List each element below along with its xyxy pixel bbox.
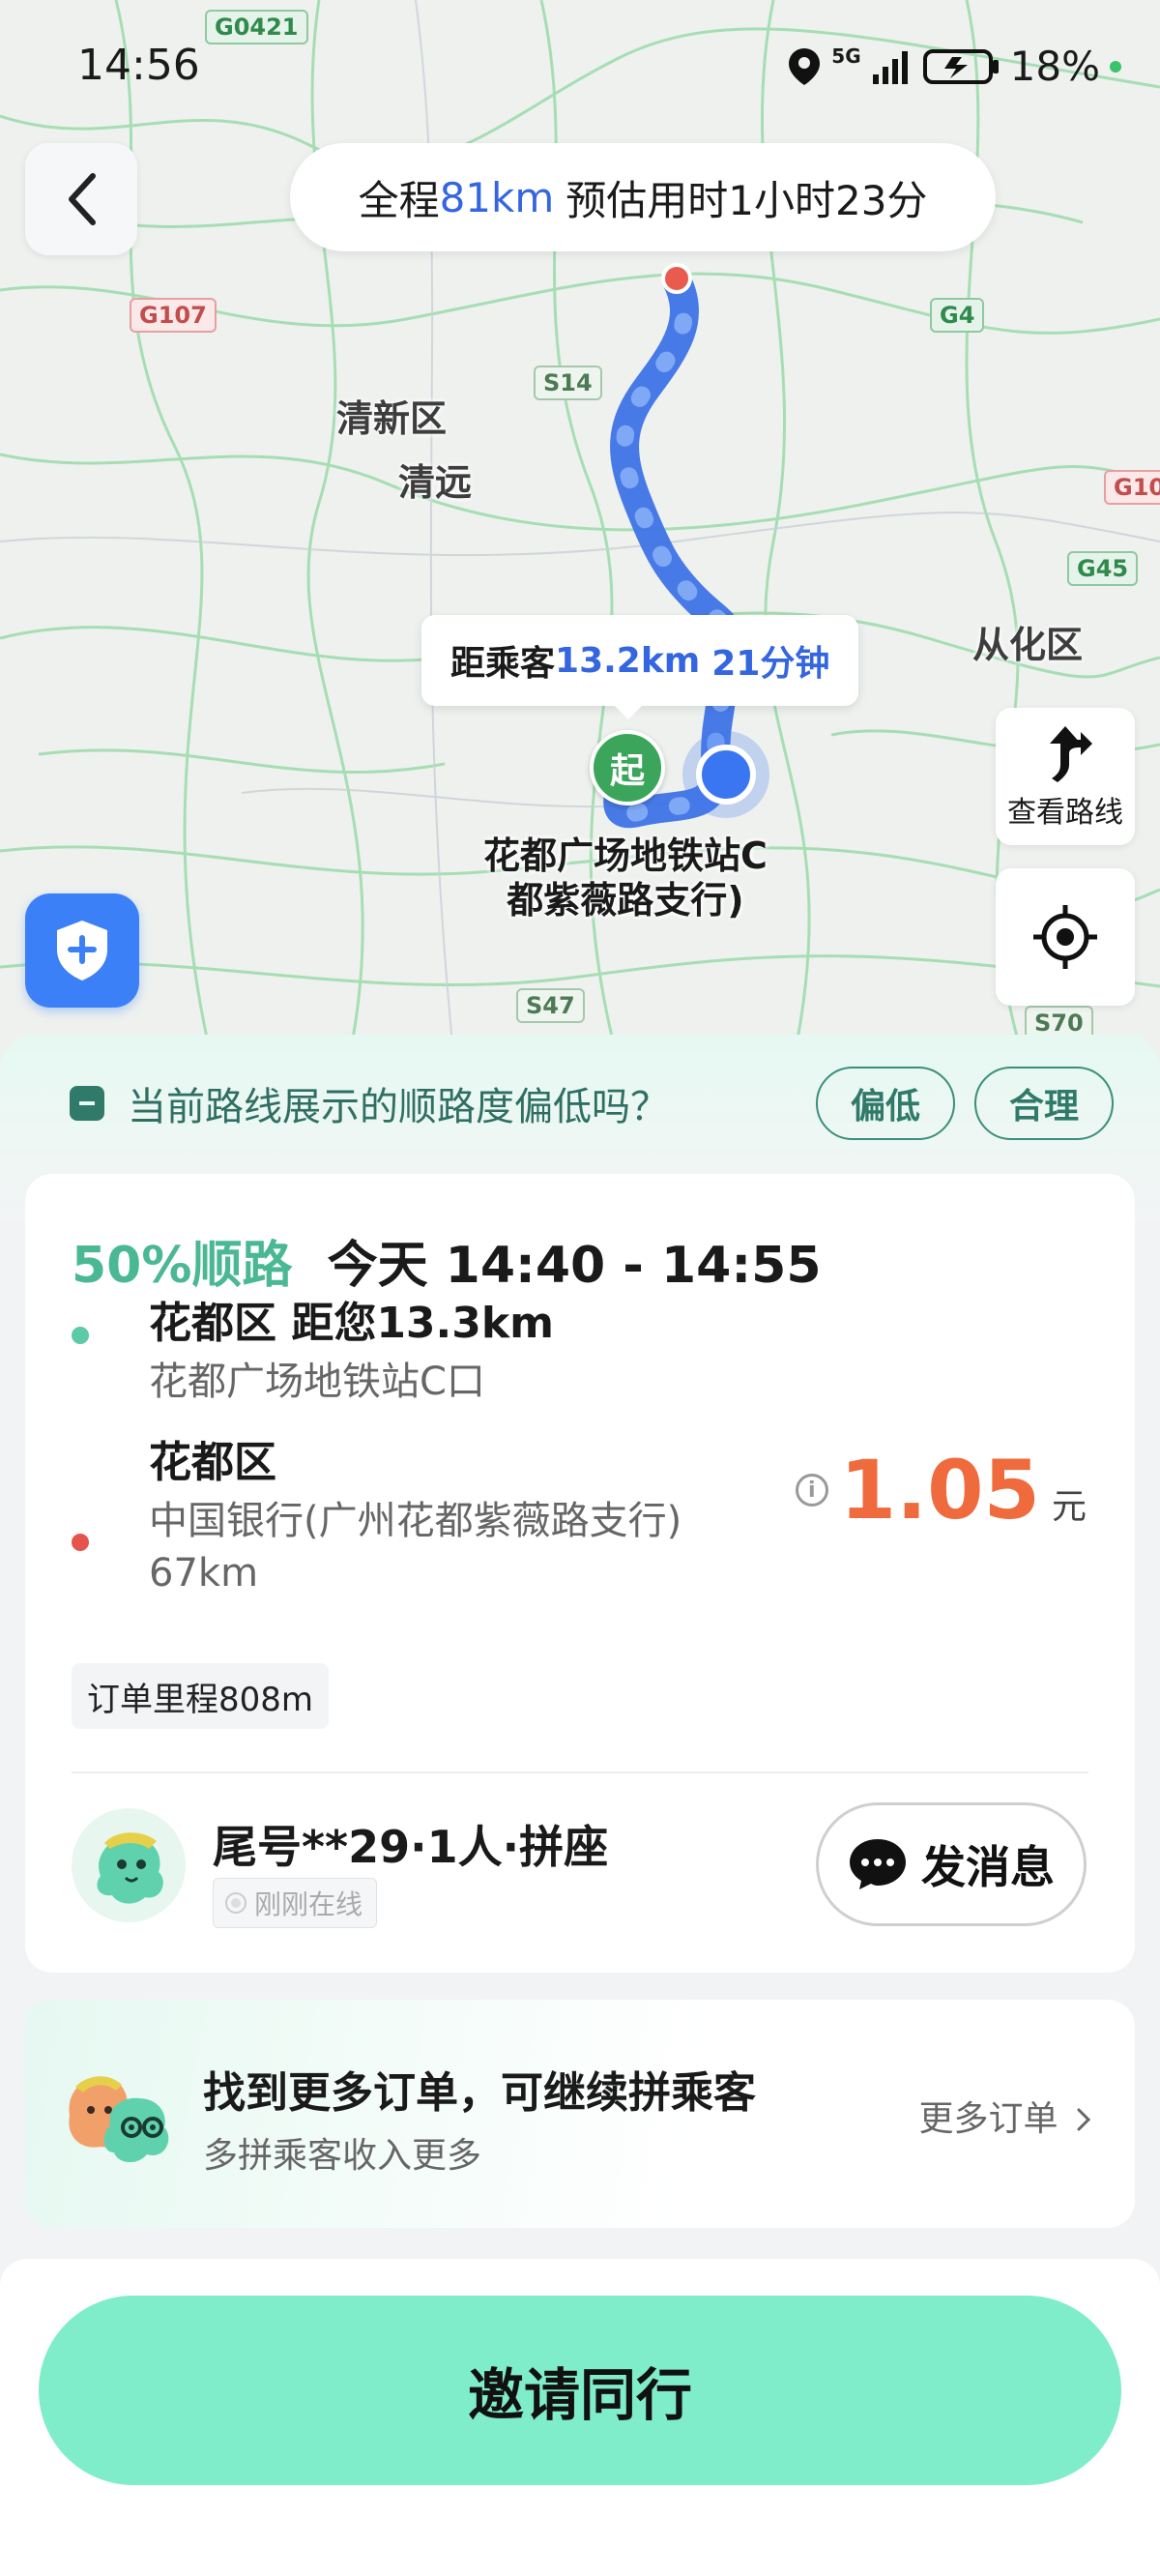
road-shield: G10 <box>1104 470 1160 505</box>
route-eta: 预估用时1小时23分 <box>566 176 928 224</box>
more-orders-title: 找到更多订单，可继续拼乘客 <box>203 2068 756 2118</box>
end-address: 中国银行(广州花都紫薇路支行) <box>149 1499 682 1543</box>
road-shield: G45 <box>1067 551 1139 586</box>
order-title: 50%顺路 今天 14:40 - 14:55 <box>72 1224 822 1297</box>
view-route-button[interactable]: 查看路线 <box>996 708 1135 845</box>
shield-icon <box>57 921 107 981</box>
pickup-label-line2: 都紫薇路支行) <box>507 879 744 922</box>
send-message-button[interactable]: 发消息 <box>816 1802 1087 1926</box>
mascots-icon <box>69 2076 169 2163</box>
chevron-left-icon <box>69 173 96 225</box>
status-icons: 5G 18% <box>787 43 1121 90</box>
start-pin[interactable]: 起 <box>590 730 665 805</box>
map-label: 从化区 <box>972 624 1084 666</box>
passenger-mascot-icon <box>72 1808 186 1922</box>
location-icon <box>789 47 821 85</box>
feedback-ok-button[interactable]: 合理 <box>973 1067 1114 1140</box>
tip-time: 21分钟 <box>711 644 830 684</box>
more-orders-subtitle: 多拼乘客收入更多 <box>203 2136 482 2176</box>
avatar <box>72 1808 186 1922</box>
send-message-label: 发消息 <box>921 1841 1055 1893</box>
end-distance: 67km <box>149 1551 259 1595</box>
back-button[interactable] <box>25 143 137 255</box>
price-value: 1.05 <box>839 1443 1040 1537</box>
feedback-question: 当前路线展示的顺路度偏低吗？ <box>128 1085 669 1129</box>
battery-percent: 18% <box>1009 43 1100 90</box>
signal-icon <box>872 50 908 84</box>
invite-button[interactable]: 邀请同行 <box>39 2296 1121 2485</box>
match-percent: 50%顺路 <box>72 1237 293 1295</box>
order-card[interactable]: 50%顺路 今天 14:40 - 14:55 花都区 距您13.3km 花都广场… <box>25 1174 1135 1973</box>
order-time: 今天 14:40 - 14:55 <box>327 1237 822 1295</box>
divider <box>72 1771 1088 1773</box>
road-shield: S47 <box>516 988 585 1023</box>
route-arrow-icon <box>1050 726 1092 782</box>
start-address: 花都广场地铁站C口 <box>149 1360 485 1404</box>
feedback-low-button[interactable]: 偏低 <box>815 1067 955 1140</box>
road-shield: G107 <box>130 298 217 333</box>
more-orders-link[interactable]: 更多订单 <box>919 2091 1092 2141</box>
price-unit: 元 <box>1051 1487 1087 1527</box>
locate-button[interactable] <box>996 868 1135 1006</box>
tip-prefix: 距乘客 <box>450 644 556 684</box>
online-status: 刚刚在线 <box>213 1878 378 1928</box>
status-bar: 14:56 5G 18% <box>0 0 1160 135</box>
pickup-location-label: 花都广场地铁站C 都紫薇路支行) <box>483 834 768 922</box>
battery-dot <box>1110 60 1121 73</box>
price-info-icon[interactable]: i <box>795 1474 828 1507</box>
passenger-distance-tip: 距乘客 13.2km 21分钟 <box>421 615 859 719</box>
map-label: 清新区 <box>336 397 448 440</box>
end-area: 花都区 <box>149 1438 276 1487</box>
online-dot <box>227 1894 245 1912</box>
tip-distance: 13.2km <box>555 640 701 681</box>
current-location-marker <box>696 745 756 805</box>
status-time: 14:56 <box>77 41 200 90</box>
pickup-label-line1: 花都广场地铁站C <box>483 834 768 877</box>
start-dot <box>72 1327 89 1344</box>
map-label: 清远 <box>398 461 473 504</box>
network-type: 5G <box>831 44 861 68</box>
route-summary: 全程 81km 预估用时1小时23分 <box>290 143 996 251</box>
mileage-tag: 订单里程808m <box>72 1663 330 1729</box>
more-orders-link-label: 更多订单 <box>918 2099 1058 2139</box>
chevron-right-icon <box>1077 2108 1091 2131</box>
safety-shield-button[interactable] <box>25 893 139 1008</box>
road-shield: S14 <box>534 366 602 400</box>
locate-icon <box>1033 905 1097 969</box>
passenger-info: 尾号**29·1人·拼座 <box>213 1821 609 1873</box>
price: i 1.05 元 <box>795 1443 1087 1537</box>
battery-icon <box>922 48 999 84</box>
route-distance: 81km <box>439 173 555 221</box>
route-prefix: 全程 <box>358 176 440 224</box>
route-feedback: 当前路线展示的顺路度偏低吗？ 偏低 合理 <box>70 1064 1114 1143</box>
road-shield: G4 <box>930 298 985 333</box>
chat-bubble-icon <box>850 1839 906 1889</box>
view-route-label: 查看路线 <box>1007 796 1123 830</box>
feedback-icon <box>70 1086 104 1121</box>
start-area: 花都区 距您13.3km <box>149 1299 554 1348</box>
more-orders-card[interactable]: 找到更多订单，可继续拼乘客 多拼乘客收入更多 更多订单 <box>25 2000 1135 2228</box>
end-dot <box>72 1534 89 1551</box>
online-text: 刚刚在线 <box>254 1888 363 1920</box>
